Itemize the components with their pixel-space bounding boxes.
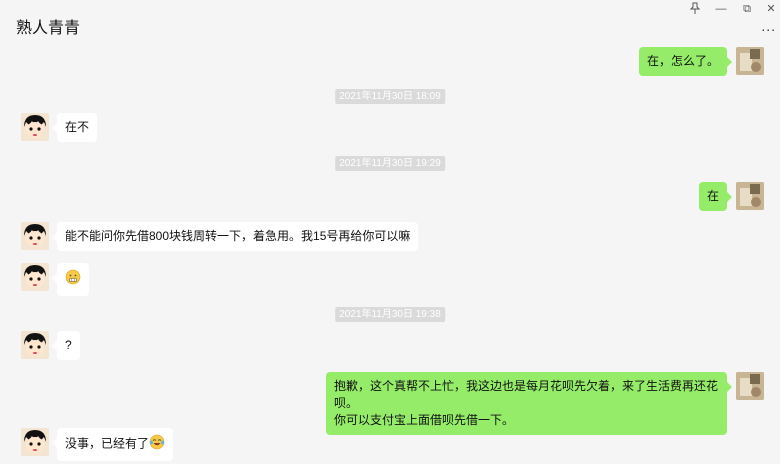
my-avatar[interactable] xyxy=(736,182,764,210)
my-avatar[interactable] xyxy=(736,47,764,75)
timestamp: 2021年11月30日 18:09 xyxy=(335,89,445,104)
contact-avatar[interactable] xyxy=(21,263,49,291)
message-bubble-contact[interactable]: 没事，已经有了 xyxy=(51,428,174,461)
maximize-button[interactable]: ⧉ xyxy=(738,2,756,16)
grimace-emoji-icon xyxy=(65,269,81,290)
contact-avatar[interactable] xyxy=(21,331,49,359)
minimize-button[interactable]: — xyxy=(712,2,730,16)
contact-avatar[interactable] xyxy=(21,222,49,250)
message-bubble-contact[interactable]: ? xyxy=(52,331,80,360)
chat-title: 熟人青青 xyxy=(16,20,81,37)
message-bubble-mine[interactable]: 在 xyxy=(698,182,733,211)
close-button[interactable]: ✕ xyxy=(762,2,780,16)
message-bubble-contact[interactable] xyxy=(52,263,89,296)
contact-avatar[interactable] xyxy=(21,113,49,141)
pin-icon[interactable] xyxy=(686,2,704,16)
message-bubble-contact[interactable]: 能不能问你先借800块钱周转一下，着急用。我15号再给你可以嘛 xyxy=(51,222,419,251)
message-text: 没事，已经有了 xyxy=(65,436,150,451)
contact-avatar[interactable] xyxy=(21,428,49,456)
message-line: 你可以支付宝上面借呗先借一下。 xyxy=(334,413,515,427)
my-avatar[interactable] xyxy=(736,372,764,400)
tears-of-joy-emoji-icon xyxy=(149,434,165,455)
message-bubble-mine[interactable]: 在，怎么了。 xyxy=(638,47,733,76)
timestamp: 2021年11月30日 19:29 xyxy=(335,156,445,171)
more-options-button[interactable]: ... xyxy=(761,19,776,33)
timestamp: 2021年11月30日 19:38 xyxy=(335,307,445,322)
message-bubble-mine[interactable]: 抱歉，这个真帮不上忙，我这边也是每月花呗先欠着，来了生活费再还花呗。 你可以支付… xyxy=(326,372,732,435)
message-line: 抱歉，这个真帮不上忙，我这边也是每月花呗先欠着，来了生活费再还花呗。 xyxy=(334,379,719,410)
message-bubble-contact[interactable]: 在不 xyxy=(51,113,98,142)
